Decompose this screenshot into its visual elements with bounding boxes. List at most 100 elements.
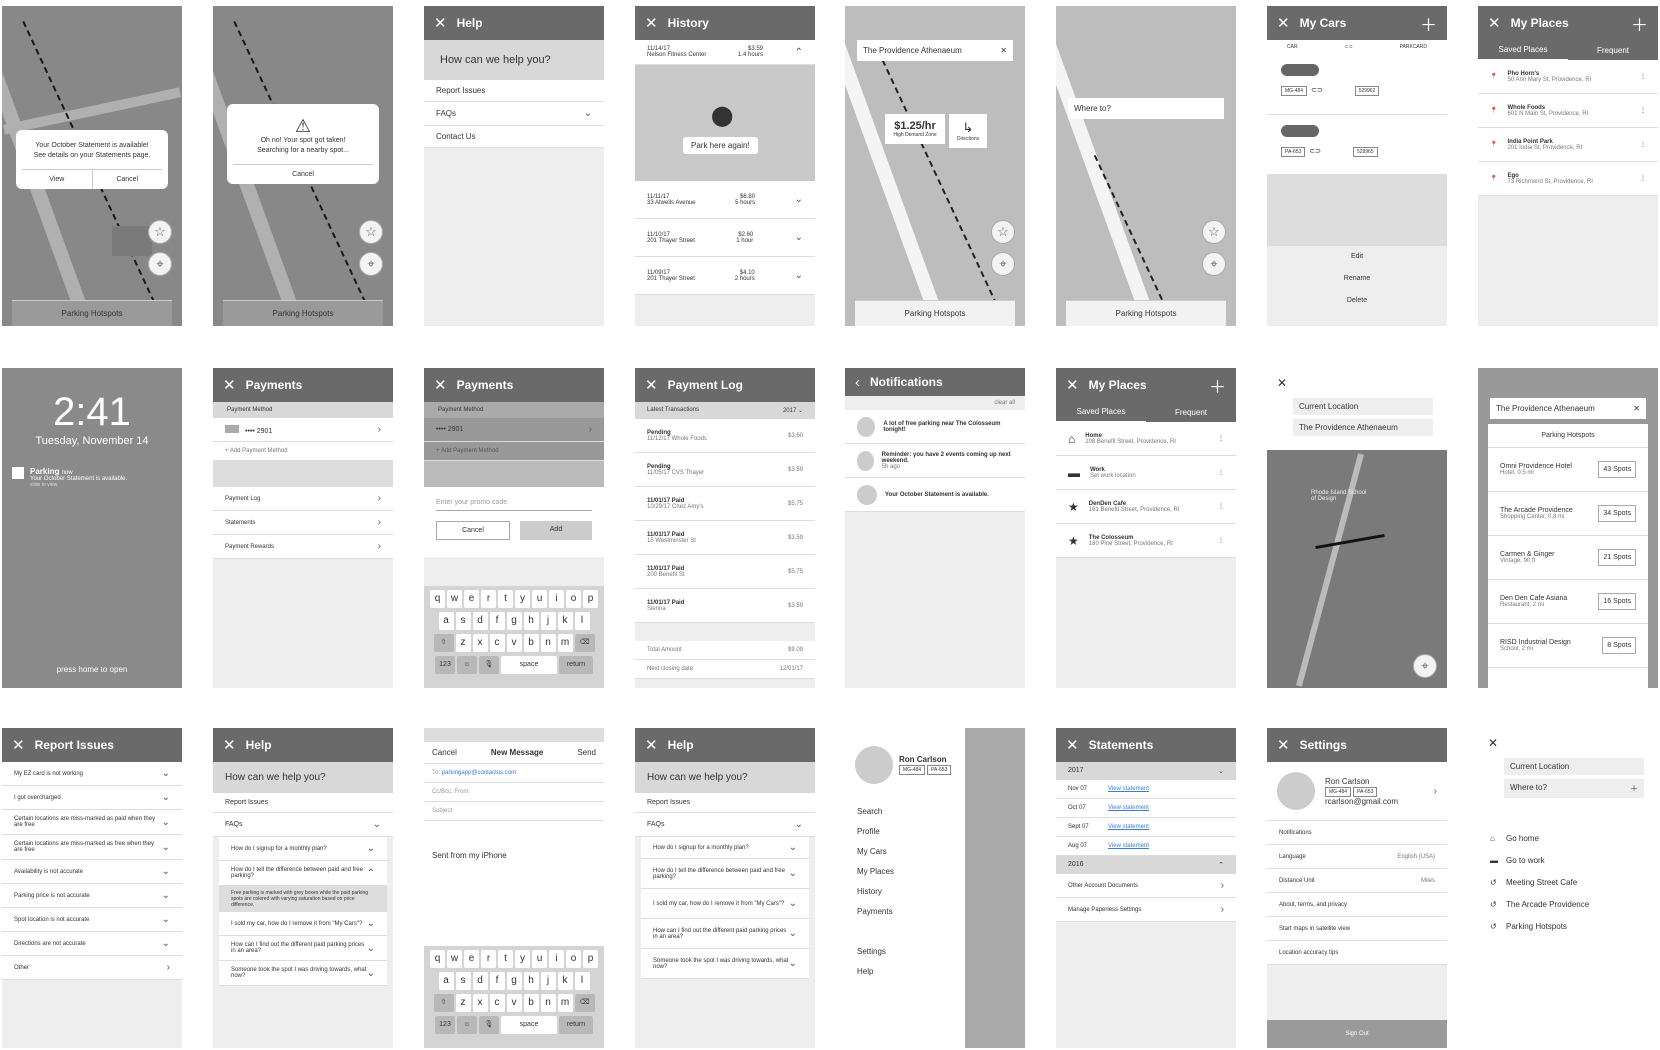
place-item[interactable]: ⌂ Home 208 Benefit Street, Providence, RI ⋮ xyxy=(1056,422,1236,456)
route-map[interactable]: Rhode Island School of Design ⌖ xyxy=(1267,450,1447,688)
from-input[interactable]: Current Location xyxy=(1504,758,1644,775)
issue-item[interactable]: Spot location is not accurate ⌄ xyxy=(2,908,182,932)
hotspot-item[interactable]: The Arcade Providence Shopping Center, 0.… xyxy=(1488,492,1648,536)
transaction-row[interactable]: 11/01/17 Paid 15 Westminster St $3.59 xyxy=(635,521,815,555)
faq-item[interactable]: Someone took the spot I was driving towa… xyxy=(641,949,809,979)
transaction-row[interactable]: Pending 11/05/17 CVS Thayer $3.59 xyxy=(635,453,815,487)
locate-icon[interactable]: ⌖ xyxy=(148,252,172,276)
rate-card[interactable]: $1.25/hr High Demand Zone xyxy=(885,114,945,144)
card-row[interactable]: •••• 2901 › xyxy=(424,418,604,442)
history-row[interactable]: 11/11/17 33 Atwells Avenue $6.80 5 hours ⌄ xyxy=(635,181,815,219)
close-icon[interactable]: ✕ xyxy=(1066,376,1079,394)
park-again-button[interactable]: Park here again! xyxy=(683,137,758,154)
notification-item[interactable]: A lot of free parking near The Colosseum… xyxy=(845,410,1025,444)
faq-item[interactable]: How do I tell the difference between pai… xyxy=(641,859,809,889)
destination-item[interactable]: ↺ Parking Hotspots xyxy=(1490,916,1646,938)
parking-hotspots-bar[interactable]: Parking Hotspots xyxy=(223,300,383,326)
settings-row[interactable]: Notifications xyxy=(1267,821,1447,845)
place-item[interactable]: ★ The Colosseum 180 Pine Street, Providenc… xyxy=(1056,524,1236,558)
close-icon[interactable]: ✕ xyxy=(434,14,447,32)
close-icon[interactable]: ✕ xyxy=(1633,404,1640,413)
map[interactable] xyxy=(965,728,1025,1048)
hotspot-item[interactable]: Omni Providence Hotel Hotel, 0.5 mi 43 Spo… xyxy=(1488,448,1648,492)
profile-row[interactable]: Ron Carlson MG-484 PA-653 rcarlson@gmail.co… xyxy=(1267,762,1447,821)
star-icon[interactable]: ☆ xyxy=(991,220,1015,244)
star-icon[interactable]: ☆ xyxy=(1202,220,1226,244)
faq-item[interactable]: How do I tell the difference between pai… xyxy=(219,861,387,886)
to-input[interactable]: Where to? ＋ xyxy=(1504,779,1644,798)
settings-row[interactable]: About, terms, and privacy xyxy=(1267,893,1447,917)
faq-item[interactable]: I sold my car, how do I remove it from "… xyxy=(641,889,809,919)
history-row[interactable]: 11/10/17 201 Thayer Street $2.60 1 hour ⌄ xyxy=(635,219,815,257)
destination-item[interactable]: ⌂ Go home xyxy=(1490,828,1646,850)
add-icon[interactable]: ＋ xyxy=(1420,11,1437,36)
place-item[interactable]: ▬ Work Set work location ⋮ xyxy=(1056,456,1236,490)
close-icon[interactable]: ✕ xyxy=(223,736,236,754)
history-row[interactable]: 11/14/17 Nelson Fitness Center $3.59 1.4 ho… xyxy=(635,40,815,65)
star-icon[interactable]: ☆ xyxy=(359,220,383,244)
statements-link[interactable]: Statements › xyxy=(213,511,393,535)
year-2017[interactable]: 2017 ⌄ xyxy=(1056,762,1236,780)
destination-item[interactable]: ▬ Go to work xyxy=(1490,850,1646,872)
parking-hotspots-bar[interactable]: Parking Hotspots xyxy=(1066,300,1226,326)
issue-item[interactable]: Directions are not accurate ⌄ xyxy=(2,932,182,956)
star-icon[interactable]: ☆ xyxy=(148,220,172,244)
send-button[interactable]: Send xyxy=(577,748,596,757)
to-field[interactable]: To: parkingapp@contactus.com xyxy=(424,764,604,783)
parking-hotspots-bar[interactable]: Parking Hotspots xyxy=(12,300,172,326)
sign-out-button[interactable]: Sign Out xyxy=(1267,1020,1447,1048)
tab-saved-places[interactable]: Saved Places xyxy=(1056,402,1146,423)
close-icon[interactable]: ✕ xyxy=(1488,14,1501,32)
directions-button[interactable]: ↳ Directions xyxy=(949,114,987,148)
faq-item[interactable]: How can I find out the different paid pa… xyxy=(641,919,809,949)
car-card[interactable]: MG-484 ⊂⊃ 529962 xyxy=(1267,54,1447,114)
close-icon[interactable]: ✕ xyxy=(1478,728,1658,758)
faq-item[interactable]: Someone took the spot I was driving towa… xyxy=(219,961,387,986)
help-item-report[interactable]: Report Issues xyxy=(424,80,604,102)
cancel-button[interactable]: Cancel xyxy=(233,165,373,184)
view-button[interactable]: View xyxy=(22,170,93,189)
faq-item[interactable]: I sold my car, how do I remove it from "… xyxy=(219,912,387,936)
close-icon[interactable]: ✕ xyxy=(645,736,658,754)
faq-item[interactable]: How do I signup for a monthly plan? ⌄ xyxy=(641,837,809,859)
issue-item[interactable]: Other › xyxy=(2,956,182,980)
faq-item[interactable]: How can I find out the different paid pa… xyxy=(219,936,387,961)
search-box[interactable]: The Providence Athenaeum ✕ xyxy=(857,40,1013,61)
help-item-report[interactable]: Report Issues xyxy=(635,793,815,813)
destination-item[interactable]: ↺ The Arcade Providence xyxy=(1490,894,1646,916)
help-item-faqs[interactable]: FAQs ⌄ xyxy=(213,813,393,837)
settings-row[interactable]: Distance Unit Miles xyxy=(1267,869,1447,893)
keyboard[interactable]: qwertyuiop asdfghjkl ⇧ z x c v b n m ⌫ 123 ☺ 🎙 spac… xyxy=(424,586,604,688)
close-icon[interactable]: ✕ xyxy=(223,376,236,394)
clear-all-button[interactable]: clear all xyxy=(845,396,1025,410)
issue-item[interactable]: Availability is not accurate ⌄ xyxy=(2,860,182,884)
to-input[interactable]: The Providence Athenaeum xyxy=(1293,419,1433,436)
help-item-report[interactable]: Report Issues xyxy=(213,793,393,813)
place-item[interactable]: 📍 Pho Horn's 50 Ann Mary St, Providence, R… xyxy=(1478,60,1658,94)
tab-frequent[interactable]: Frequent xyxy=(1568,41,1658,60)
close-icon[interactable]: ✕ xyxy=(1277,14,1290,32)
map[interactable] xyxy=(1056,6,1236,326)
help-item-contact[interactable]: Contact Us xyxy=(424,126,604,148)
back-icon[interactable]: ‹ xyxy=(855,374,860,391)
cancel-button[interactable]: Cancel xyxy=(93,170,163,189)
locate-icon[interactable]: ⌖ xyxy=(991,252,1015,276)
transaction-row[interactable]: 11/01/17 Paid 200 Benefit St $5.75 xyxy=(635,555,815,589)
issue-item[interactable]: Certain locations are miss-marked as pai… xyxy=(2,810,182,835)
add-icon[interactable]: ＋ xyxy=(1631,11,1648,36)
history-row[interactable]: 11/09/17 201 Thayer Street $4.10 2 hours ⌄ xyxy=(635,257,815,295)
add-icon[interactable]: ＋ xyxy=(1209,373,1226,398)
notification-item[interactable]: Your October Statement is available. xyxy=(845,478,1025,512)
keyboard[interactable]: qwertyuiop asdfghjkl ⇧ z x c v b n m ⌫ 123 ☺ 🎙 spac… xyxy=(424,946,604,1048)
from-input[interactable]: Current Location xyxy=(1293,398,1433,415)
add-button[interactable]: Add xyxy=(520,521,592,540)
edit-button[interactable]: Edit xyxy=(1267,246,1447,268)
payment-rewards-link[interactable]: Payment Rewards › xyxy=(213,535,393,559)
close-icon[interactable]: ✕ xyxy=(1277,736,1290,754)
tab-frequent[interactable]: Frequent xyxy=(1146,403,1236,422)
subject-field[interactable]: Subject: xyxy=(424,802,604,821)
delete-button[interactable]: Delete xyxy=(1267,290,1447,312)
close-icon[interactable]: ✕ xyxy=(1000,46,1007,55)
rename-button[interactable]: Rename xyxy=(1267,268,1447,290)
cc-field[interactable]: Cc/Bcc, From: xyxy=(424,783,604,802)
